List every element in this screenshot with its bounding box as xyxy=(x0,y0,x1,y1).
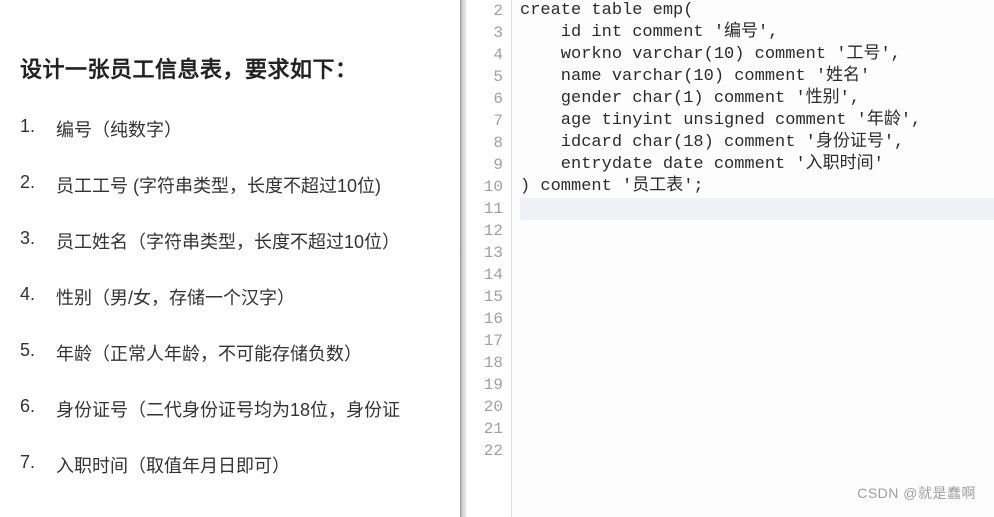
code-line[interactable] xyxy=(520,352,994,374)
code-line[interactable] xyxy=(520,374,994,396)
line-number: 16 xyxy=(466,308,503,330)
requirement-item: 年龄（正常人年龄，不可能存储负数） xyxy=(20,340,460,366)
line-number: 20 xyxy=(466,396,503,418)
code-line[interactable] xyxy=(520,286,994,308)
code-line[interactable] xyxy=(520,330,994,352)
requirement-item: 身份证号（二代身份证号均为18位，身份证 xyxy=(20,396,460,422)
code-line[interactable] xyxy=(520,242,994,264)
code-line[interactable]: gender char(1) comment '性别', xyxy=(520,88,994,110)
code-line[interactable] xyxy=(520,198,994,220)
code-line[interactable]: age tinyint unsigned comment '年龄', xyxy=(520,110,994,132)
line-number: 10 xyxy=(466,176,503,198)
code-line[interactable] xyxy=(520,264,994,286)
line-number: 7 xyxy=(466,110,503,132)
code-line[interactable]: id int comment '编号', xyxy=(520,22,994,44)
line-number: 9 xyxy=(466,154,503,176)
code-line[interactable] xyxy=(520,220,994,242)
line-number: 4 xyxy=(466,44,503,66)
code-line[interactable]: create table emp( xyxy=(520,0,994,22)
requirements-panel: 设计一张员工信息表，要求如下： 编号（纯数字） 员工工号 (字符串类型，长度不超过… xyxy=(0,0,460,517)
line-number: 19 xyxy=(466,374,503,396)
line-number: 5 xyxy=(466,66,503,88)
line-number-gutter: 2345678910111213141516171819202122 xyxy=(466,0,512,517)
line-number: 6 xyxy=(466,88,503,110)
line-number: 17 xyxy=(466,330,503,352)
line-number: 8 xyxy=(466,132,503,154)
line-number: 22 xyxy=(466,440,503,462)
requirement-item: 员工姓名（字符串类型，长度不超过10位） xyxy=(20,228,460,254)
requirement-item: 员工工号 (字符串类型，长度不超过10位) xyxy=(20,172,460,198)
line-number: 15 xyxy=(466,286,503,308)
code-area[interactable]: create table emp( id int comment '编号', w… xyxy=(512,0,994,517)
line-number: 11 xyxy=(466,198,503,220)
line-number: 14 xyxy=(466,264,503,286)
code-line[interactable]: name varchar(10) comment '姓名' xyxy=(520,66,994,88)
requirements-title: 设计一张员工信息表，要求如下： xyxy=(20,52,460,84)
line-number: 13 xyxy=(466,242,503,264)
line-number: 21 xyxy=(466,418,503,440)
code-line[interactable] xyxy=(520,396,994,418)
line-number: 18 xyxy=(466,352,503,374)
code-line[interactable]: workno varchar(10) comment '工号', xyxy=(520,44,994,66)
code-line[interactable] xyxy=(520,440,994,462)
code-line[interactable] xyxy=(520,418,994,440)
line-number: 12 xyxy=(466,220,503,242)
code-line[interactable]: idcard char(18) comment '身份证号', xyxy=(520,132,994,154)
code-line[interactable]: ) comment '员工表'; xyxy=(520,176,994,198)
code-line[interactable]: entrydate date comment '入职时间' xyxy=(520,154,994,176)
requirements-list: 编号（纯数字） 员工工号 (字符串类型，长度不超过10位) 员工姓名（字符串类型，长… xyxy=(20,116,460,478)
code-editor-panel: 2345678910111213141516171819202122 creat… xyxy=(466,0,994,517)
requirement-item: 入职时间（取值年月日即可） xyxy=(20,452,460,478)
code-line[interactable] xyxy=(520,308,994,330)
requirement-item: 性别（男/女，存储一个汉字） xyxy=(20,284,460,310)
line-number: 3 xyxy=(466,22,503,44)
requirement-item: 编号（纯数字） xyxy=(20,116,460,142)
line-number: 2 xyxy=(466,0,503,22)
